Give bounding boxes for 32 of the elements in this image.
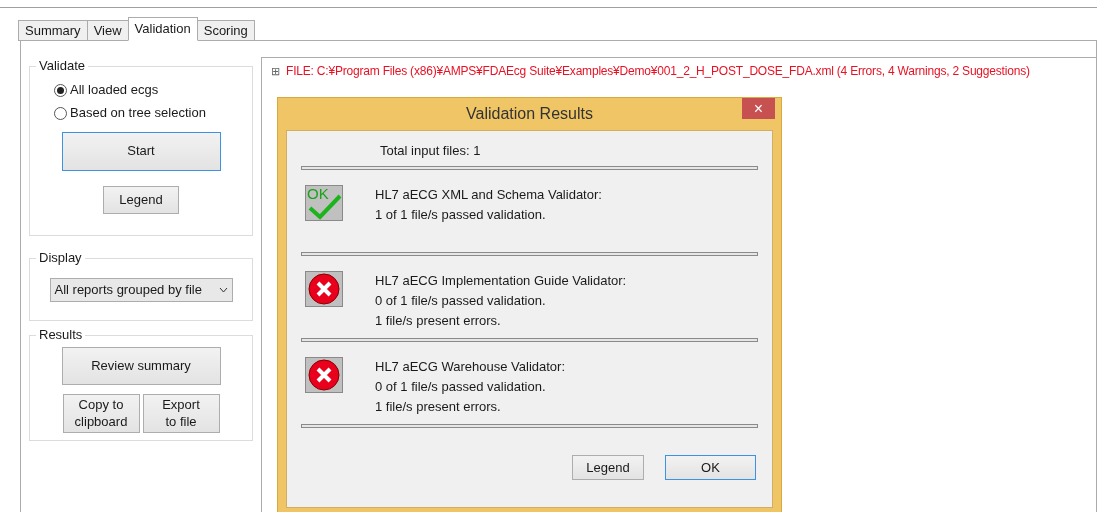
- group-title: Display: [36, 250, 85, 266]
- error-icon: [305, 271, 343, 307]
- error-icon: [305, 357, 343, 393]
- validator-text: HL7 aECG Implementation Guide Validator:: [375, 272, 627, 290]
- validator-text: 0 of 1 file/s passed validation.: [375, 378, 547, 396]
- dialog-title: Validation Results: [466, 104, 593, 124]
- validator-text: HL7 aECG XML and Schema Validator:: [375, 186, 602, 204]
- close-button[interactable]: ×: [742, 98, 775, 119]
- validator-text: 1 file/s present errors.: [375, 312, 502, 330]
- ok-label: OK: [307, 186, 329, 202]
- chevron-down-icon: [218, 286, 228, 293]
- tab[interactable]: Validation: [127, 17, 198, 41]
- tab[interactable]: Summary: [18, 20, 88, 41]
- tab[interactable]: Scoring: [196, 20, 255, 41]
- review-summary-button[interactable]: Review summary: [61, 347, 221, 385]
- dialog-button[interactable]: Legend: [572, 455, 644, 480]
- validator-text: HL7 aECG Warehouse Validator:: [375, 358, 566, 376]
- display-dropdown[interactable]: All reports grouped by file: [49, 277, 233, 302]
- validator-text: 0 of 1 file/s passed validation.: [375, 292, 547, 310]
- radio-option[interactable]: Based on tree selection: [54, 104, 252, 122]
- expand-icon[interactable]: ⊞: [271, 65, 280, 77]
- validator-text: 1 file/s present errors.: [375, 398, 502, 416]
- export-button[interactable]: Export to file: [142, 394, 220, 433]
- tab[interactable]: View: [86, 20, 129, 41]
- tree-item[interactable]: FILE: C:¥Program Files (x86)¥AMPS¥FDAEcg Suite¥Examples¥Demo¥001_2_H_POST_DOSE_FDA.xml (4 Errors, 4 Warnings, 2 Suggestions): [286, 62, 1030, 80]
- validator-text: 1 of 1 file/s passed validation.: [375, 206, 547, 224]
- total-files-text: Total input files: 1: [380, 143, 482, 159]
- copy-button[interactable]: Copy to clipboard: [62, 394, 140, 433]
- start-button[interactable]: Start: [61, 132, 221, 171]
- radio-option[interactable]: All loaded ecgs: [54, 81, 252, 99]
- legend-button[interactable]: Legend: [103, 186, 179, 214]
- dialog-button[interactable]: OK: [665, 455, 756, 480]
